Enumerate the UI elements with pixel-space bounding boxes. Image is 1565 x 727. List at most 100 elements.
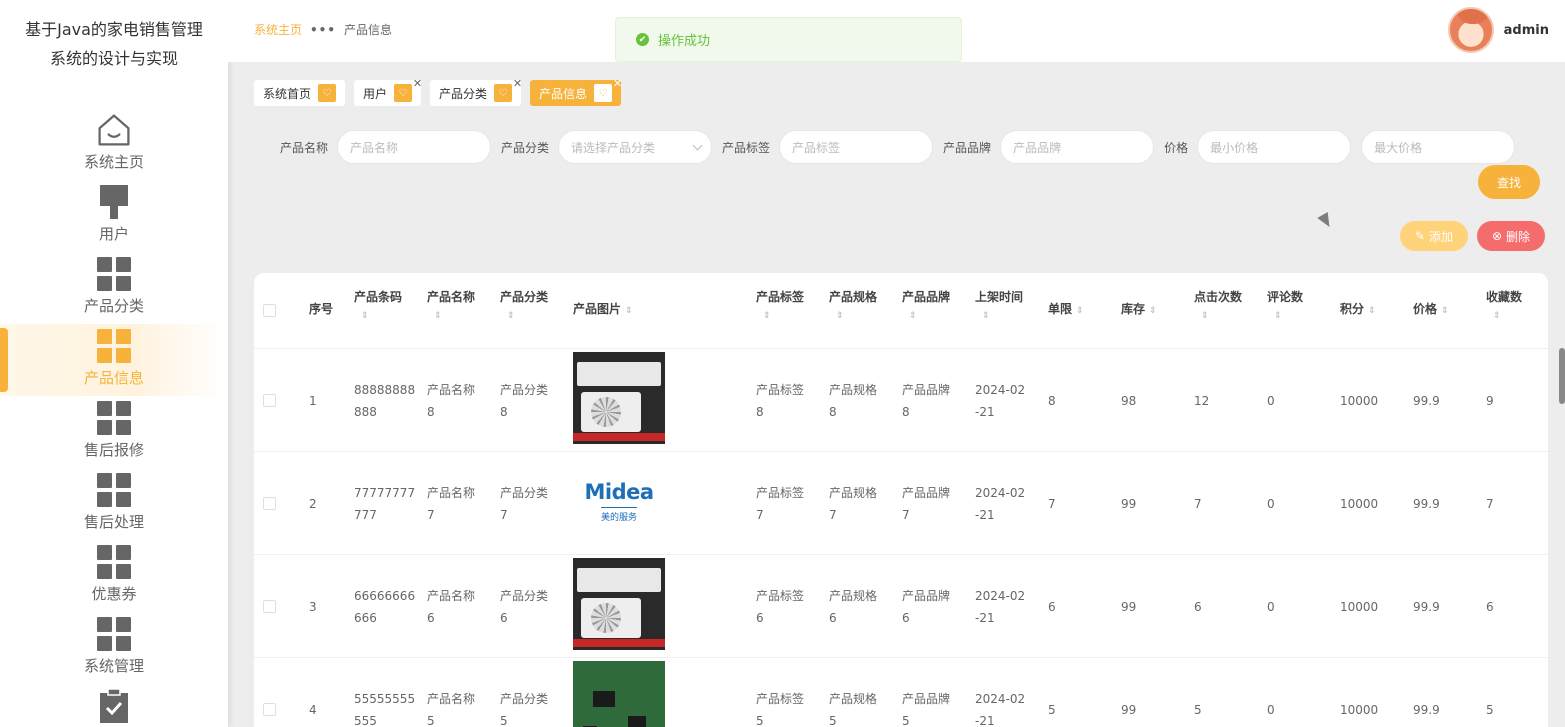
column-header[interactable]: 点击次数 ⇕ [1194,287,1242,321]
cell-clicks: 12 [1194,394,1210,408]
product-image-air-conditioner[interactable] [573,352,665,444]
search-button[interactable]: 查找 [1478,165,1540,199]
table-row[interactable]: 2 77777777 777 产品名称 7 产品分类 7 Midea 美的服务 产品标签… [254,452,1548,555]
cell-clicks: 7 [1194,497,1202,511]
sidebar-item-coupon[interactable]: 优惠券 [0,540,228,612]
grid-icon [96,544,132,580]
avatar[interactable] [1447,7,1494,53]
toast-message: 操作成功 [658,34,711,49]
cell-comments: 0 [1267,703,1275,717]
row-checkbox[interactable] [263,497,276,510]
min-price-input[interactable]: 最小价格 [1197,130,1352,164]
sidebar-item-system[interactable]: 系统管理 [0,612,228,684]
sidebar-item-service[interactable]: 售后处理 [0,468,228,540]
cell-index: 4 [309,703,317,717]
edit-icon: ✎ [1414,229,1426,243]
product-image-air-conditioner[interactable] [573,558,665,650]
sidebar-item-more[interactable] [0,684,228,727]
product-brand-input[interactable]: 产品品牌 [1000,130,1155,164]
cell-clicks: 6 [1194,600,1202,614]
cell-name: 产品名称 8 [427,383,476,419]
column-header[interactable]: 序号 [309,299,333,319]
delete-button[interactable]: ⊗ 删除 [1477,221,1545,251]
breadcrumb-current: 产品信息 [344,23,393,37]
column-header[interactable]: 收藏数 ⇕ [1486,287,1522,321]
category-select[interactable]: 请选择产品分类 [558,130,713,164]
product-image-midea[interactable]: Midea 美的服务 [573,455,665,547]
cell-tag: 产品标签 5 [756,692,805,727]
column-header[interactable]: 产品规格 ⇕ [829,287,877,321]
tab-category[interactable]: 产品分类 ♡ ✕ [430,77,522,106]
cell-spec: 产品规格 6 [829,589,878,625]
cell-index: 3 [309,600,317,614]
product-tag-input[interactable]: 产品标签 [779,130,934,164]
column-header[interactable]: 产品条码 ⇕ [354,287,402,321]
page-scrollbar[interactable] [1559,348,1565,404]
column-header[interactable]: 上架时间 ⇕ [975,287,1023,321]
username[interactable]: admin [1504,23,1549,38]
close-icon[interactable]: ✕ [413,77,422,90]
user-menu[interactable]: admin [1447,7,1549,53]
row-checkbox[interactable] [263,703,276,716]
tab-product[interactable]: 产品信息 ♡ ✕ [530,77,622,106]
column-header[interactable]: 产品名称 ⇕ [427,287,475,321]
success-toast: ✔ 操作成功 [615,17,962,62]
tab-user[interactable]: 用户 ♡ ✕ [354,77,422,106]
column-header[interactable]: 产品图片 ⇕ [573,299,633,319]
cell-favorites: 6 [1486,600,1494,614]
cell-brand: 产品品牌 8 [902,383,951,419]
cell-limit: 6 [1048,600,1056,614]
column-header[interactable]: 评论数 ⇕ [1267,287,1303,321]
column-header[interactable]: 单限 ⇕ [1048,299,1084,319]
product-name-input[interactable]: 产品名称 [337,130,492,164]
breadcrumb-home[interactable]: 系统主页 [254,21,302,38]
cell-category: 产品分类 7 [500,486,549,522]
midea-logo-text: Midea [584,479,654,504]
tab-label: 产品信息 [539,86,588,101]
row-checkbox[interactable] [263,394,276,407]
table-header: 序号 产品条码 ⇕ 产品名称 ⇕ 产品分类 ⇕ 产品图片 ⇕ 产品标签 ⇕ 产品规格 ⇕ 产… [254,273,1548,349]
cell-date: 2024-02 -21 [975,692,1026,727]
brush-icon [96,184,132,220]
column-header[interactable]: 价格 ⇕ [1413,299,1449,319]
cell-stock: 99 [1121,703,1137,717]
cell-clicks: 5 [1194,703,1202,717]
cell-category: 产品分类 6 [500,589,549,625]
filter-label: 价格 [1164,140,1189,155]
column-header[interactable]: 积分 ⇕ [1340,299,1376,319]
column-header[interactable]: 库存 ⇕ [1121,299,1157,319]
row-checkbox[interactable] [263,600,276,613]
cell-date: 2024-02 -21 [975,486,1026,522]
select-all-checkbox[interactable] [263,304,276,317]
product-image-circuit-board[interactable] [573,661,665,727]
cell-tag: 产品标签 8 [756,383,805,419]
cell-limit: 7 [1048,497,1056,511]
tab-home[interactable]: 系统首页 ♡ [254,80,346,106]
table-row[interactable]: 3 66666666 666 产品名称 6 产品分类 6 产品标签 6 产品规格 6 产品… [254,555,1548,658]
max-price-input[interactable]: 最大价格 [1361,130,1516,164]
sidebar-item-product[interactable]: 产品信息 [0,324,228,396]
midea-sub-text: 美的服务 [600,506,637,523]
cell-category: 产品分类 5 [500,692,549,727]
cell-name: 产品名称 6 [427,589,476,625]
heart-icon: ♡ [594,84,613,102]
sidebar-item-label: 系统管理 [83,657,144,675]
column-header[interactable]: 产品品牌 ⇕ [902,287,950,321]
sidebar-item-category[interactable]: 产品分类 [0,252,228,324]
table-row[interactable]: 1 88888888 888 产品名称 8 产品分类 8 产品标签 8 产品规格 8 产品… [254,349,1548,452]
grid-icon [96,616,132,652]
add-button[interactable]: ✎ 添加 [1400,221,1468,251]
column-header[interactable]: 产品分类 ⇕ [500,287,548,321]
cell-points: 10000 [1340,703,1379,717]
sidebar-item-home[interactable]: 系统主页 [0,108,228,180]
cell-name: 产品名称 7 [427,486,476,522]
close-icon[interactable]: ✕ [513,77,522,90]
sidebar-item-user[interactable]: 用户 [0,180,228,252]
table-row[interactable]: 4 55555555 555 产品名称 5 产品分类 5 产品标签 5 产品规格 5 产品… [254,658,1548,727]
sidebar-item-repair[interactable]: 售后报修 [0,396,228,468]
column-header[interactable]: 产品标签 ⇕ [756,287,804,321]
cell-spec: 产品规格 8 [829,383,878,419]
close-icon[interactable]: ✕ [613,77,622,90]
cell-stock: 99 [1121,497,1137,511]
add-button-label: 添加 [1429,229,1454,244]
